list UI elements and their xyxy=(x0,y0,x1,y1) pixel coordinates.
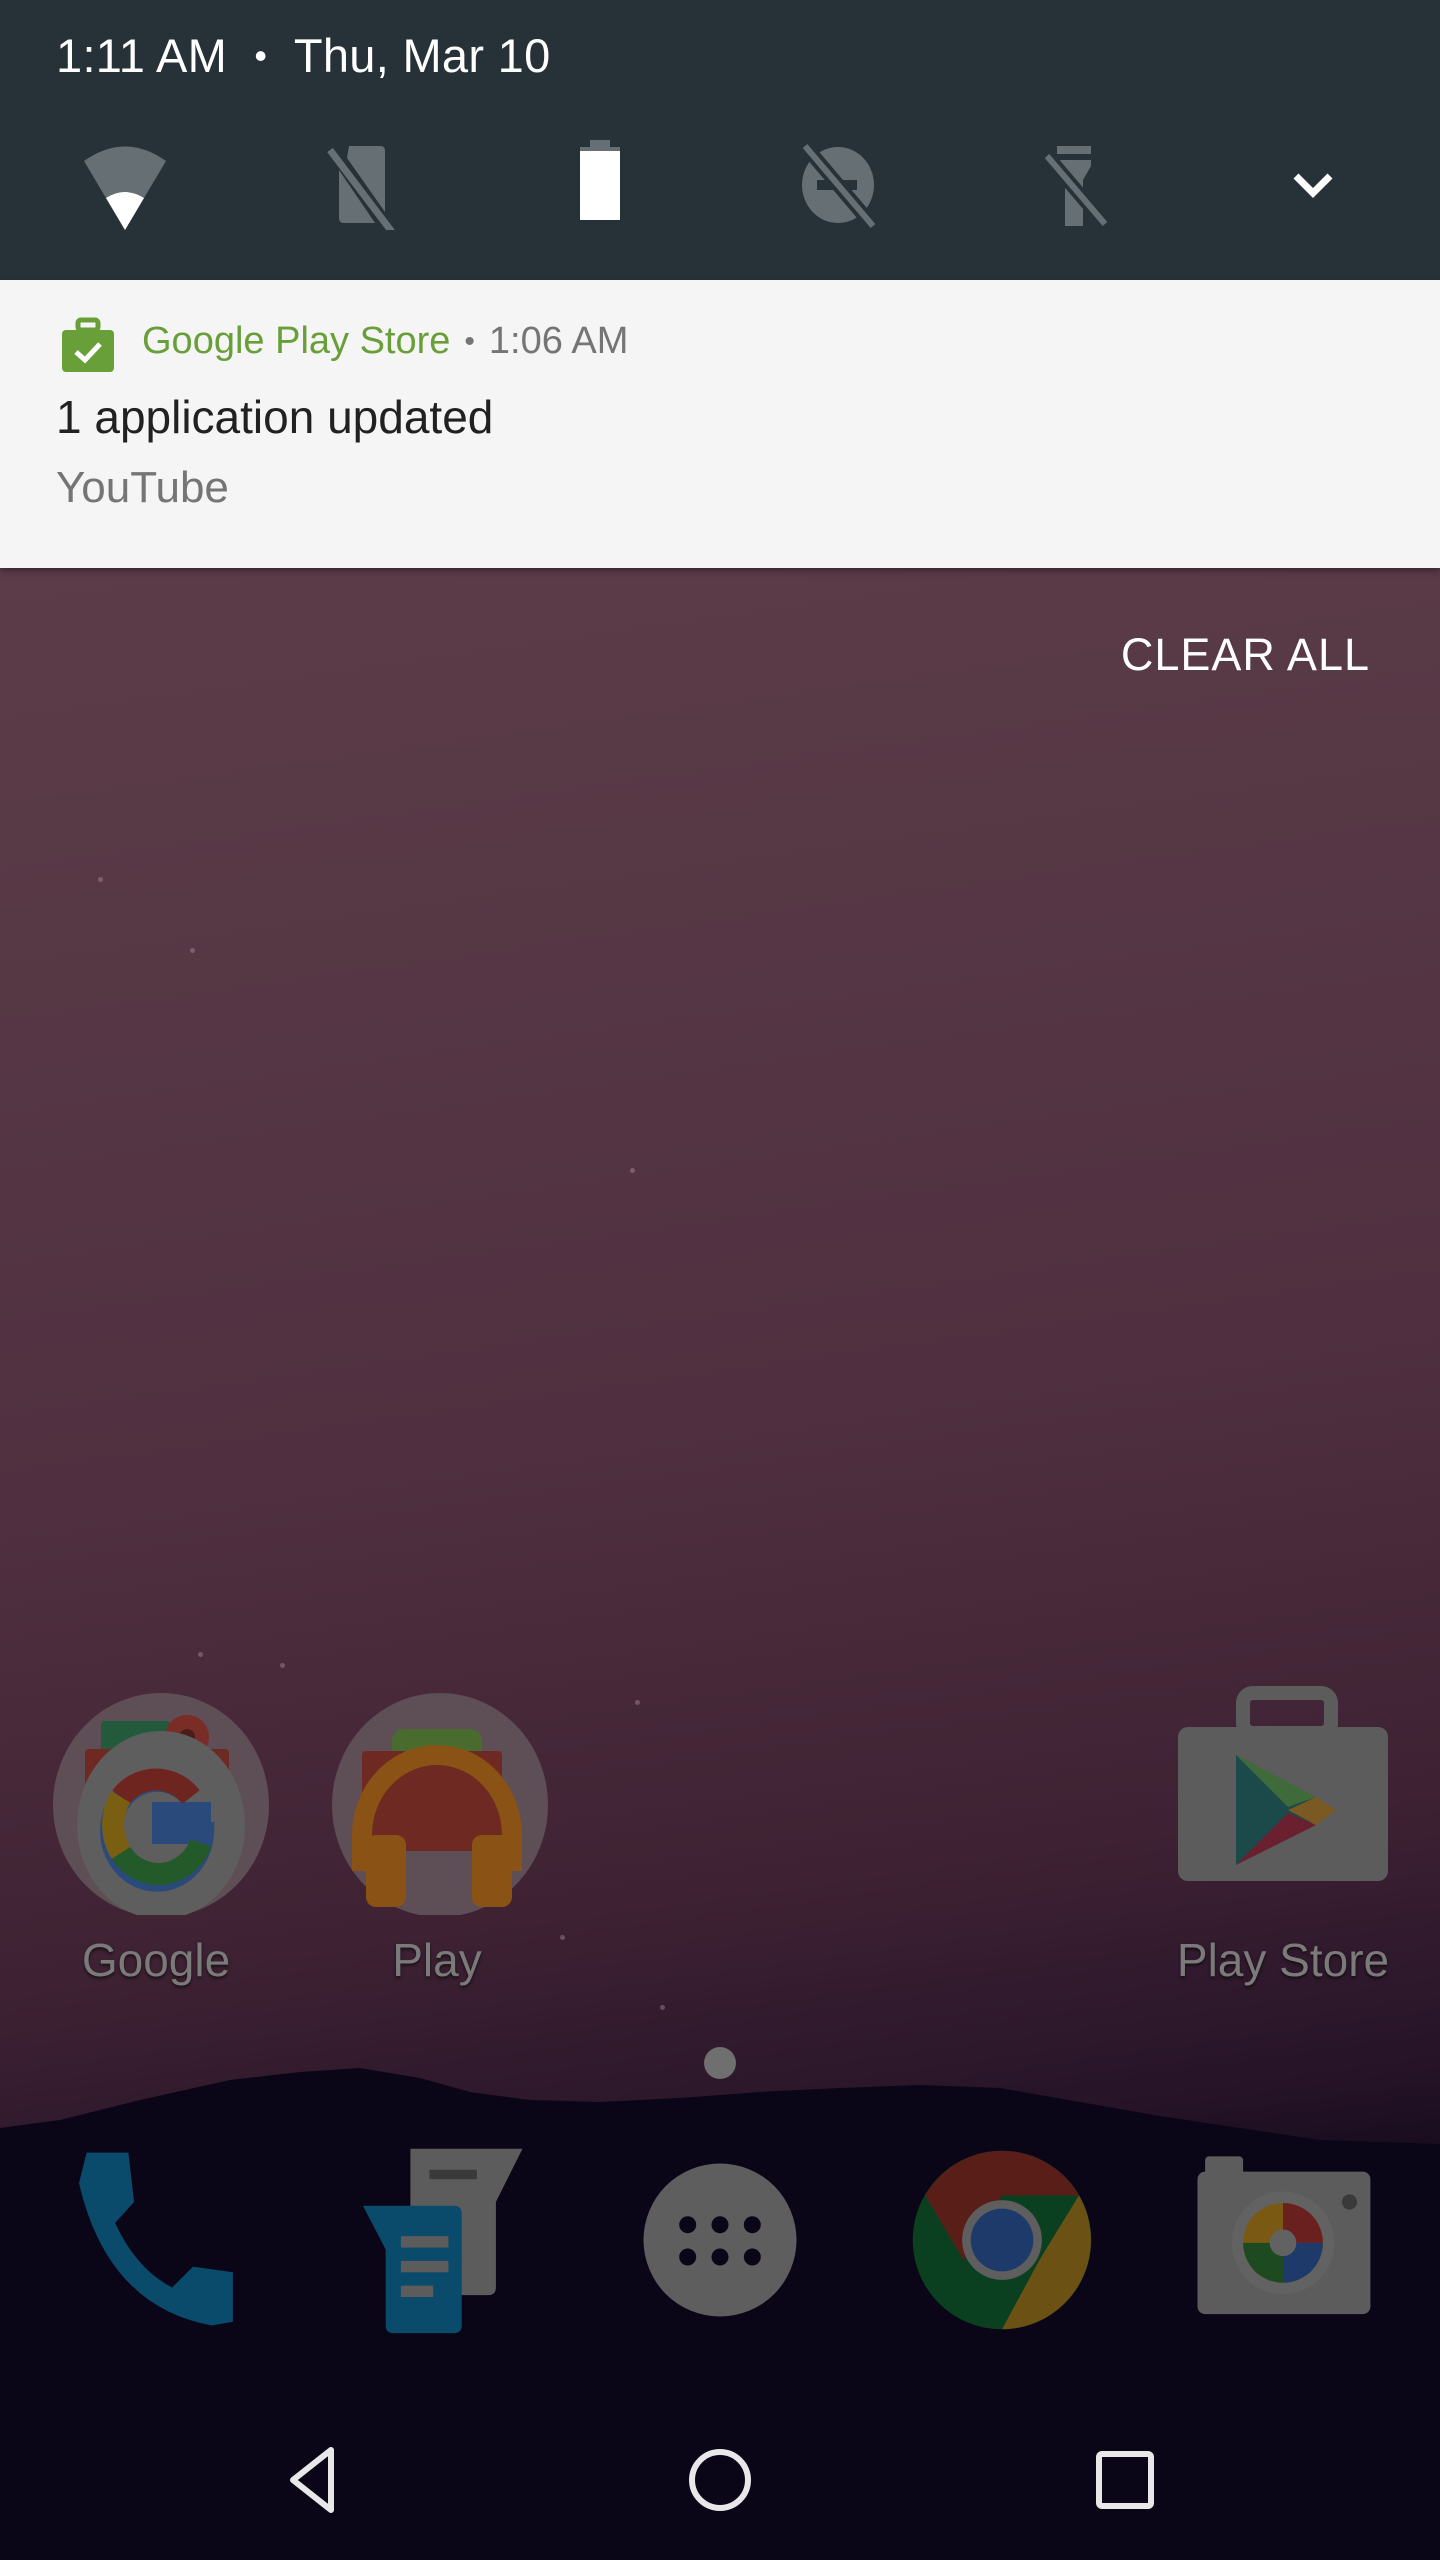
dock-app-drawer[interactable] xyxy=(620,2140,820,2340)
status-separator: • xyxy=(254,35,268,76)
status-time: 1:11 AM xyxy=(56,29,228,82)
status-date: Thu, Mar 10 xyxy=(293,29,551,82)
dock-chrome[interactable] xyxy=(902,2140,1102,2340)
quick-settings-header: 1:11 AM • Thu, Mar 10 xyxy=(0,0,1440,280)
quick-settings-tile-battery[interactable] xyxy=(545,135,655,235)
dock-messages[interactable] xyxy=(337,2140,537,2340)
recents-icon xyxy=(1096,2451,1154,2509)
notification-app-name: Google Play Store xyxy=(142,320,451,362)
home-app-label: Play xyxy=(392,1934,482,1986)
status-datetime: 1:11 AM • Thu, Mar 10 xyxy=(56,28,551,83)
home-app-play[interactable]: Play xyxy=(317,1685,557,2015)
app-drawer-icon xyxy=(643,2163,797,2317)
play-store-updated-icon xyxy=(62,317,114,372)
wallpaper-star xyxy=(630,1168,635,1173)
notification-time: 1:06 AM xyxy=(488,320,629,362)
no-sim-icon xyxy=(327,146,395,230)
quick-settings-tile-wifi[interactable] xyxy=(70,135,180,235)
flashlight-off-icon xyxy=(1041,146,1111,229)
play-folder-icon xyxy=(322,1685,552,1915)
home-icon xyxy=(689,2449,751,2511)
home-app-play-store[interactable]: Play Store xyxy=(1163,1685,1403,2015)
play-store-icon xyxy=(1168,1685,1398,1915)
notification-title: 1 application updated xyxy=(56,391,494,443)
clear-all-button[interactable]: CLEAR ALL xyxy=(1121,625,1370,685)
wallpaper-star xyxy=(190,948,195,953)
dnd-off-icon xyxy=(799,141,879,230)
phone-icon xyxy=(79,2152,233,2326)
camera-icon xyxy=(1197,2156,1371,2315)
quick-settings-tile-do-not-disturb[interactable] xyxy=(781,135,891,235)
home-app-label: Play Store xyxy=(1176,1934,1390,1986)
messages-icon xyxy=(362,2148,523,2334)
nav-back-button[interactable] xyxy=(235,2420,395,2540)
wallpaper-star xyxy=(280,1663,285,1668)
nav-recents-button[interactable] xyxy=(1045,2420,1205,2540)
dock-camera[interactable] xyxy=(1183,2140,1383,2340)
wifi-icon xyxy=(84,146,166,230)
wallpaper-star xyxy=(98,877,103,882)
notification-separator: • xyxy=(464,324,475,358)
home-app-google[interactable]: Google xyxy=(36,1685,276,2015)
notification-text: YouTube xyxy=(56,463,229,512)
notification-card[interactable]: Google Play Store • 1:06 AM 1 applicatio… xyxy=(0,280,1440,568)
home-app-label: Google xyxy=(81,1934,231,1986)
battery-icon xyxy=(580,140,620,220)
chevron-down-icon xyxy=(1293,173,1333,198)
quick-settings-tile-mobile-data[interactable] xyxy=(307,135,417,235)
wallpaper-star xyxy=(660,2005,665,2010)
nav-home-button[interactable] xyxy=(640,2420,800,2540)
wallpaper-star xyxy=(198,1652,203,1657)
page-indicator-dot xyxy=(704,2047,736,2079)
back-icon xyxy=(290,2447,334,2513)
wallpaper-star xyxy=(635,1700,640,1705)
chrome-icon xyxy=(912,2150,1092,2330)
notification-header: Google Play Store • 1:06 AM xyxy=(142,320,628,363)
quick-settings-tile-flashlight[interactable] xyxy=(1017,135,1127,235)
expand-quick-settings-button[interactable] xyxy=(1258,135,1368,235)
google-folder-icon xyxy=(41,1685,271,1915)
dock-phone[interactable] xyxy=(55,2140,255,2340)
wallpaper-star xyxy=(560,1935,565,1940)
